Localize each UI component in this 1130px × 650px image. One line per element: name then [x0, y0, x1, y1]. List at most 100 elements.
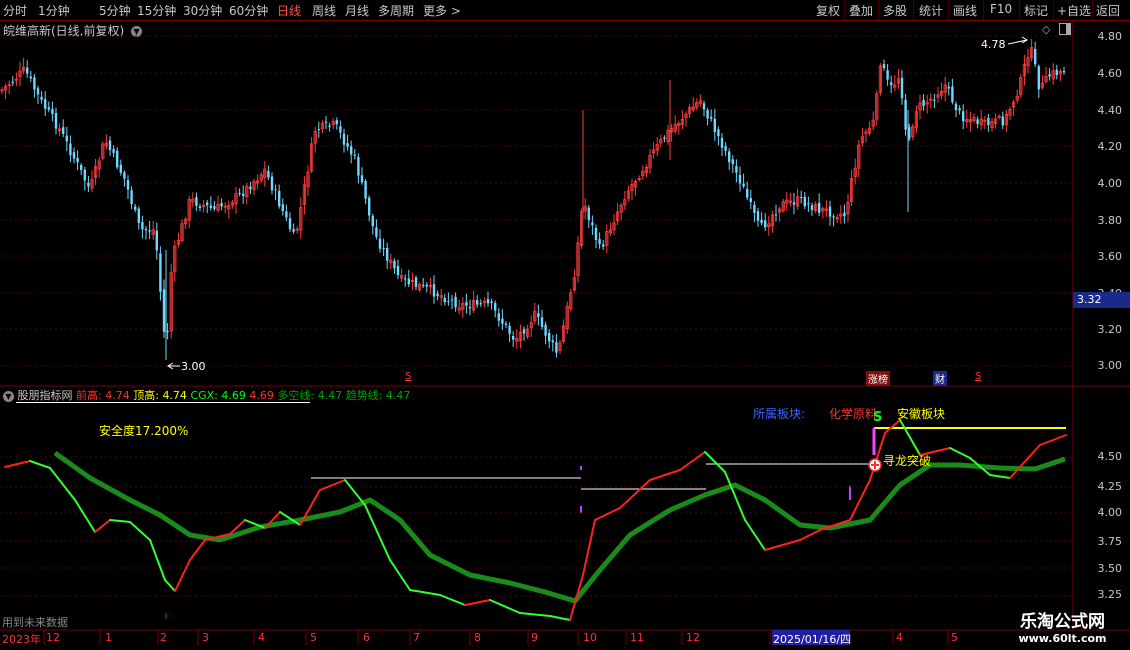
price-label: 3.25 [1097, 588, 1123, 601]
candle-body [360, 175, 364, 183]
legend-prev-high: 前高: 4.74 [76, 389, 130, 402]
candle-body [504, 323, 508, 325]
cgx-segment [989, 474, 1011, 479]
candle-body [350, 146, 353, 155]
candle-body [80, 165, 83, 171]
candle-body [130, 190, 133, 205]
candle-body [148, 230, 151, 232]
candle-body [368, 197, 371, 216]
main-price-axis: 4.80 4.60 4.40 4.20 4.00 3.80 3.60 3.40 … [1075, 20, 1130, 386]
cgx-segment [174, 559, 191, 592]
price-label: 3.00 [1097, 359, 1123, 372]
sector-anhui: 安徽板块 [897, 407, 946, 421]
price-label: 3.60 [1097, 250, 1123, 263]
candle-body [450, 299, 454, 301]
candle-body [353, 154, 356, 156]
candle-body [1055, 69, 1058, 76]
cgx-segment [74, 499, 96, 533]
time-label: 5 [951, 631, 958, 644]
candle-body [198, 206, 202, 208]
candle-body [490, 301, 493, 303]
candle-body [364, 181, 367, 199]
sector-label: 所属板块: [753, 407, 806, 421]
candle-body [987, 118, 990, 126]
candle-body [447, 300, 450, 302]
time-label: 12 [686, 631, 700, 644]
candle-body [69, 143, 72, 156]
candle-body [159, 253, 162, 292]
candle-body [962, 111, 965, 122]
legend-long-short: 多空线: 4.47 [277, 389, 343, 402]
candle-body [29, 76, 32, 79]
candle-body [958, 108, 961, 111]
event-tag-s[interactable]: S [975, 371, 981, 382]
signal-plus-icon [868, 458, 882, 472]
legend-top-high: 顶高: 4.74 [133, 389, 187, 402]
cgx-segment [582, 519, 596, 576]
candle-body [486, 299, 490, 304]
chevron-down-icon[interactable]: ▼ [3, 390, 14, 402]
candle-body [598, 239, 601, 245]
candle-body [501, 318, 504, 324]
candle-body [166, 331, 169, 332]
cgx-segment [549, 615, 571, 621]
candle-body [803, 196, 806, 207]
event-tag-finance[interactable]: 财 [933, 371, 947, 386]
candle-body [36, 88, 40, 95]
time-label: 2 [160, 631, 167, 644]
candle-body [904, 99, 907, 130]
candle-body [760, 219, 763, 224]
event-tag-s[interactable]: S [405, 371, 411, 382]
watermark-url: www.60lt.com [1018, 632, 1107, 645]
time-label: 7 [413, 631, 420, 644]
price-label: 4.25 [1097, 480, 1123, 493]
candle-body [357, 156, 360, 176]
candle-body [947, 86, 950, 89]
candle-body [954, 103, 958, 110]
candle-body [818, 202, 821, 213]
indicator-header: ▼ 股朋指标网 前高: 4.74 顶高: 4.74 CGX: 4.69 4.69… [3, 387, 410, 403]
candle-body [756, 211, 760, 221]
candle-body [328, 125, 331, 127]
candle-body [281, 204, 284, 212]
candle-body [468, 307, 472, 309]
legend-trend: 趋势线: 4.47 [345, 389, 411, 402]
candle-body [587, 207, 590, 220]
candle-body [843, 212, 846, 217]
candle-body [407, 278, 410, 285]
candle-body [746, 188, 749, 198]
candle-body [386, 248, 389, 261]
time-label: 10 [583, 631, 597, 644]
candle-body [126, 180, 130, 190]
candle-body [522, 329, 526, 334]
event-tag-top-gainers[interactable]: 涨榜 [866, 371, 890, 386]
indicator-title[interactable]: 股朋指标网 [18, 389, 73, 402]
candle-body [512, 336, 515, 340]
candle-body [209, 205, 212, 208]
time-label-selected[interactable]: 2025/01/16/四 [773, 631, 851, 647]
price-label: 4.00 [1097, 506, 1123, 519]
candle-body [886, 70, 889, 80]
candle-body [832, 216, 835, 218]
indicator-price-axis: 4.50 4.25 4.00 3.75 3.50 3.25 [1075, 386, 1130, 630]
candle-body [900, 77, 904, 99]
time-label: 8 [474, 631, 481, 644]
cgx-segment [344, 479, 366, 506]
candle-body [382, 248, 385, 249]
time-label: 2023年 [2, 633, 41, 646]
candle-body [414, 277, 418, 287]
cgx-segment [899, 419, 921, 456]
candle-body [591, 222, 594, 226]
candle-body [87, 182, 90, 187]
price-label: 4.80 [1097, 30, 1123, 43]
candle-body [1034, 49, 1037, 65]
candle-body [731, 159, 734, 165]
time-label: 9 [531, 631, 538, 644]
candle-body [26, 67, 29, 74]
candle-body [735, 166, 738, 173]
candle-body [479, 303, 482, 305]
future-data-note: 用到未来数据 [2, 616, 68, 629]
cgx-segment [409, 589, 441, 596]
high-label: 4.78 [981, 38, 1006, 51]
candle-body [267, 171, 270, 178]
